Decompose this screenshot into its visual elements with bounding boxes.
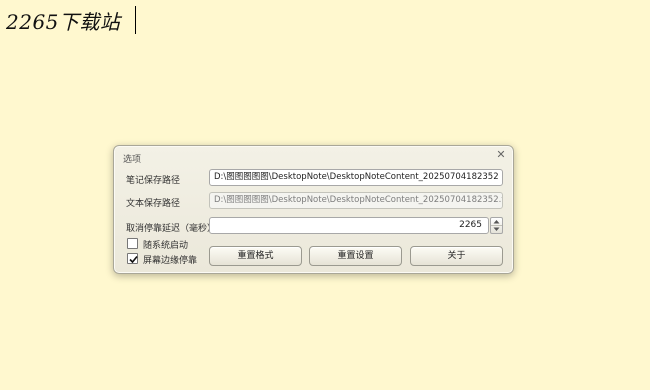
delay-label: 取消停靠延迟（毫秒） [126, 224, 217, 234]
spin-up-button[interactable] [491, 218, 502, 226]
close-icon[interactable]: ✕ [495, 149, 507, 161]
reset-settings-button[interactable]: 重置设置 [309, 246, 402, 266]
chevron-up-icon [493, 220, 500, 224]
edge-dock-checkbox[interactable] [127, 253, 138, 264]
note-path-field[interactable]: D:\图图图图图\DesktopNote\DesktopNoteContent_… [209, 169, 503, 186]
spin-down-button[interactable] [491, 226, 502, 233]
autostart-label: 随系统启动 [143, 241, 189, 251]
check-icon [129, 255, 138, 264]
options-dialog: 选项 ✕ 笔记保存路径 D:\图图图图图\DesktopNote\Desktop… [113, 145, 514, 274]
chevron-down-icon [493, 227, 500, 231]
note-path-label: 笔记保存路径 [126, 176, 181, 186]
about-button[interactable]: 关于 [410, 246, 503, 266]
autostart-checkbox[interactable] [127, 238, 138, 249]
delay-spinner [490, 217, 503, 234]
text-path-label: 文本保存路径 [126, 199, 181, 209]
delay-input[interactable]: 2265 [209, 217, 489, 234]
reset-format-button[interactable]: 重置格式 [209, 246, 302, 266]
dialog-title: 选项 [123, 155, 142, 165]
text-caret [135, 6, 136, 34]
text-path-field[interactable]: D:\图图图图图\DesktopNote\DesktopNoteContent_… [209, 192, 503, 209]
edge-dock-label: 屏幕边缘停靠 [143, 256, 198, 266]
note-text[interactable]: 2265下载站 [6, 6, 120, 35]
